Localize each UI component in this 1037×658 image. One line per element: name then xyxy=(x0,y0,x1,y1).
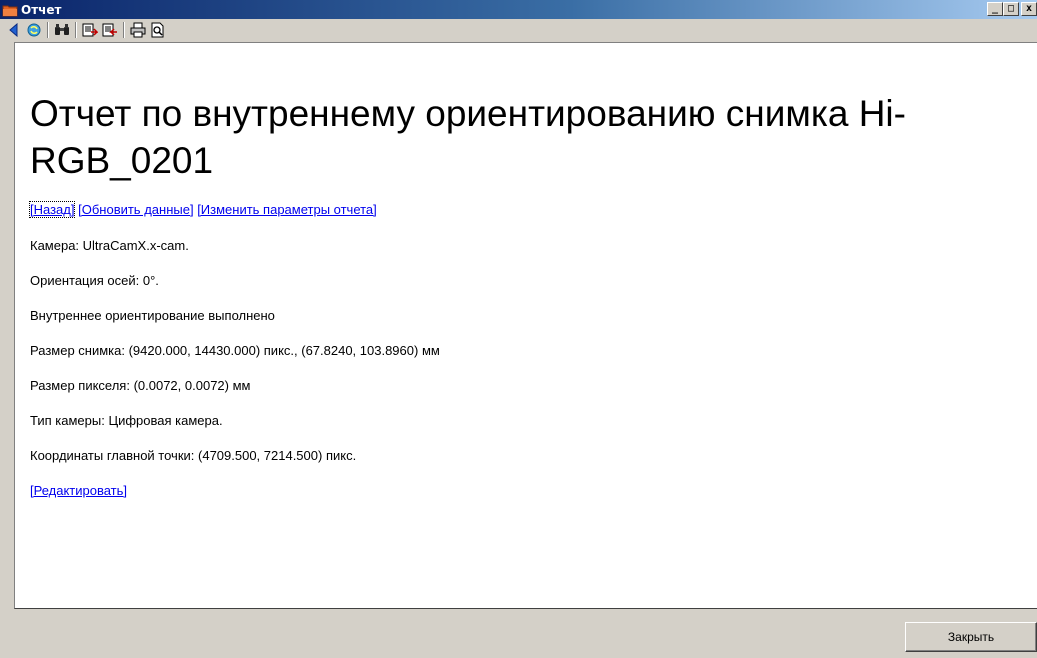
toolbar-separator xyxy=(47,22,49,38)
close-button[interactable]: x xyxy=(1021,2,1037,16)
refresh-icon xyxy=(27,23,41,37)
edit-link-row: [Редактировать] xyxy=(30,483,1037,499)
toolbar xyxy=(0,19,1037,41)
orientation-status-line: Внутреннее ориентирование выполнено xyxy=(30,308,275,323)
maximize-button[interactable]: □ xyxy=(1003,2,1019,16)
toolbar-separator xyxy=(75,22,77,38)
folder-icon xyxy=(2,2,18,18)
edit-link[interactable]: [Редактировать] xyxy=(30,483,127,498)
print-button[interactable] xyxy=(128,20,148,40)
title-bar: Отчет _ □ x xyxy=(0,0,1037,19)
window-controls: _ □ x xyxy=(987,2,1037,16)
toolbar-separator xyxy=(123,22,125,38)
report-title: Отчет по внутреннему ориентированию сним… xyxy=(30,93,906,181)
change-params-link[interactable]: [Изменить параметры отчета] xyxy=(197,202,377,217)
camera-line: Камера: UltraCamX.x-cam. xyxy=(30,238,189,253)
pixel-size-line: Размер пикселя: (0.0072, 0.0072) мм xyxy=(30,378,251,393)
principal-point-line: Координаты главной точки: (4709.500, 721… xyxy=(30,448,357,463)
refresh-data-link[interactable]: [Обновить данные] xyxy=(78,202,193,217)
report-view: Отчет по внутреннему ориентированию сним… xyxy=(14,42,1037,609)
export-icon xyxy=(82,23,98,37)
export-button[interactable] xyxy=(80,20,100,40)
back-button[interactable] xyxy=(4,20,24,40)
refresh-button[interactable] xyxy=(24,20,44,40)
report-links: [Назад] [Обновить данные] [Изменить пара… xyxy=(28,201,1037,218)
import-button[interactable] xyxy=(100,20,120,40)
print-preview-icon xyxy=(151,22,164,38)
printer-icon xyxy=(130,22,146,38)
image-size-line: Размер снимка: (9420.000, 14430.000) пик… xyxy=(30,343,440,358)
window-title: Отчет xyxy=(21,2,62,17)
close-dialog-button[interactable]: Закрыть xyxy=(905,622,1037,652)
camera-type-line: Тип камеры: Цифровая камера. xyxy=(30,413,223,428)
back-link[interactable]: [Назад] xyxy=(28,201,76,218)
print-preview-button[interactable] xyxy=(148,20,168,40)
import-icon xyxy=(102,23,117,37)
back-arrow-icon xyxy=(9,23,18,37)
minimize-button[interactable]: _ xyxy=(987,2,1003,16)
find-button[interactable] xyxy=(52,20,72,40)
binoculars-icon xyxy=(55,24,69,35)
axes-orientation-line: Ориентация осей: 0°. xyxy=(30,273,159,288)
